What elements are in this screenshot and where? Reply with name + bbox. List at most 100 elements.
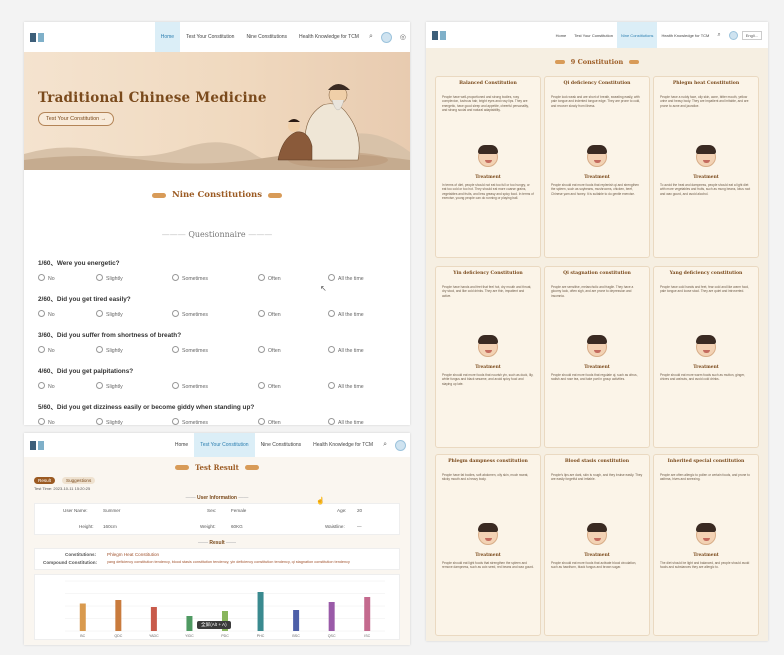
option-radio[interactable]: All the time	[328, 382, 364, 390]
cloud-left-icon	[152, 192, 166, 198]
character-avatar	[696, 145, 716, 167]
option-radio[interactable]: Often	[258, 346, 281, 354]
option-radio[interactable]: Often	[258, 310, 281, 318]
question-text: 1/60、Were you energetic?	[38, 260, 120, 267]
nav-home[interactable]: Home	[154, 22, 181, 52]
option-radio[interactable]: Often	[258, 274, 281, 282]
option-radio[interactable]: All the time	[328, 274, 364, 282]
chart-bar[interactable]	[257, 592, 264, 631]
search-icon[interactable]: ⌕	[383, 441, 387, 449]
main-nav: Home Test Your Constitution Nine Constit…	[552, 22, 768, 48]
option-radio[interactable]: Sometimes	[172, 382, 208, 390]
user-info-card: User Name: Summer Sex: Female Age: 20 He…	[34, 503, 400, 535]
constitution-title: Inherited special constitution	[667, 459, 745, 464]
nav-nine[interactable]: Nine Constitutions	[255, 433, 308, 457]
option-radio[interactable]: Sometimes	[172, 346, 208, 354]
option-radio[interactable]: Often	[258, 418, 281, 425]
option-radio[interactable]: Often	[258, 382, 281, 390]
cloud-right-icon	[268, 192, 282, 198]
avatar[interactable]	[380, 31, 392, 43]
constitution-card[interactable]: Qi deficiency Constitution People look we…	[544, 76, 650, 258]
avatar[interactable]	[395, 439, 406, 451]
sage-illustration	[277, 84, 388, 168]
language-select[interactable]: Engli...	[741, 30, 762, 40]
avatar[interactable]	[728, 30, 738, 40]
nav-health[interactable]: Health Knowledge for TCM	[293, 22, 365, 52]
tab-result[interactable]: Result	[34, 477, 56, 484]
result-subheading: —— Result ——	[197, 540, 237, 546]
tab-suggestions[interactable]: Suggestions	[62, 477, 96, 484]
answer-options: No Slightly Sometimes Often All the time	[38, 382, 410, 390]
option-radio[interactable]: No	[38, 418, 55, 425]
cloud-left-icon	[554, 60, 565, 64]
chart-bar[interactable]	[364, 597, 371, 631]
option-radio[interactable]: Sometimes	[172, 310, 208, 318]
chart-bar[interactable]	[79, 603, 86, 632]
constitution-card[interactable]: Balanced Constitution People have well-pr…	[435, 76, 541, 258]
questionnaire-heading: ——— Questionnaire ———	[161, 230, 273, 239]
nav-home[interactable]: Home	[552, 22, 571, 48]
character-avatar	[478, 145, 498, 167]
chart-x-tick-label: PDC	[221, 634, 229, 638]
result-chart-card: BC QDC YADC YIDC PDC PHC BSC QSC ISC 全屏(Alt + A)	[34, 574, 400, 640]
nav-home[interactable]: Home	[169, 433, 194, 457]
option-radio[interactable]: No	[38, 310, 55, 318]
constitution-card[interactable]: Inherited special constitution People are…	[653, 454, 759, 636]
option-radio[interactable]: No	[38, 274, 55, 282]
constitution-card[interactable]: Phlegm heat Constitution People have a ru…	[653, 76, 759, 258]
treatment-label: Treatment	[693, 553, 719, 558]
test-constitution-button[interactable]: Test Your Constitution →	[38, 112, 115, 126]
constitution-card[interactable]: Qi stagnation constitution People are sen…	[544, 266, 650, 448]
constitution-card[interactable]: Yin deficiency Constitution People have h…	[435, 266, 541, 448]
test-result-heading: Test Result	[24, 463, 410, 472]
nav-health[interactable]: Health Knowledge for TCM	[657, 22, 713, 48]
nav-test[interactable]: Test Your Constitution	[194, 433, 255, 457]
cloud-right-icon	[629, 60, 640, 64]
search-icon[interactable]: ⌕	[717, 32, 720, 39]
constitution-card[interactable]: Blood stasis constitution People's lips a…	[544, 454, 650, 636]
chart-x-tick-label: QSC	[328, 634, 336, 638]
nav-test[interactable]: Test Your Constitution	[180, 22, 240, 52]
label-weight: Weight:	[200, 524, 216, 529]
option-radio[interactable]: All the time	[328, 346, 364, 354]
chart-bar[interactable]	[293, 610, 300, 631]
option-radio[interactable]: Slightly	[96, 310, 123, 318]
nav-test[interactable]: Test Your Constitution	[570, 22, 617, 48]
chart-bar[interactable]	[150, 607, 157, 631]
globe-icon[interactable]: ◎	[400, 33, 406, 41]
cloud-left-icon	[175, 465, 190, 470]
top-header: Home Test Your Constitution Nine Constit…	[24, 22, 410, 52]
nav-health[interactable]: Health Knowledge for TCM	[307, 433, 379, 457]
option-radio[interactable]: All the time	[328, 310, 364, 318]
constitution-description: People have well-proportioned and strong…	[442, 95, 529, 112]
logo[interactable]	[30, 440, 44, 450]
fullscreen-tooltip[interactable]: 全屏(Alt + A)	[197, 621, 231, 629]
result-header: Home Test Your Constitution Nine Constit…	[24, 433, 410, 457]
chart-bar[interactable]	[186, 616, 193, 631]
nav-nine[interactable]: Nine Constitutions	[616, 22, 658, 48]
logo[interactable]	[432, 30, 446, 40]
option-radio[interactable]: Slightly	[96, 418, 123, 425]
option-radio[interactable]: Slightly	[96, 346, 123, 354]
logo[interactable]	[30, 32, 44, 42]
constitution-title: Phlegm heat Constitution	[672, 81, 740, 86]
option-radio[interactable]: Sometimes	[172, 418, 208, 425]
option-radio[interactable]: Sometimes	[172, 274, 208, 282]
chart-x-tick-label: BSC	[292, 634, 300, 638]
question-text: 2/60、Did you get tired easily?	[38, 296, 131, 303]
chart-bar[interactable]	[115, 600, 122, 631]
option-radio[interactable]: All the time	[328, 418, 364, 425]
chart-bar[interactable]	[328, 602, 335, 631]
constitution-title: Phlegm dampness constitution	[448, 459, 528, 464]
constitution-title: Blood stasis constitution	[564, 459, 630, 464]
constitution-card[interactable]: Phlegm dampness constitution People have …	[435, 454, 541, 636]
constitution-card[interactable]: Yang deficiency constitution People have …	[653, 266, 759, 448]
option-radio[interactable]: Slightly	[96, 382, 123, 390]
treatment-label: Treatment	[475, 553, 501, 558]
nav-nine[interactable]: Nine Constitutions	[240, 22, 293, 52]
option-radio[interactable]: No	[38, 346, 55, 354]
option-radio[interactable]: No	[38, 382, 55, 390]
search-icon[interactable]: ⌕	[369, 33, 373, 41]
option-radio[interactable]: Slightly	[96, 274, 123, 282]
test-result-panel: Home Test Your Constitution Nine Constit…	[24, 433, 410, 645]
